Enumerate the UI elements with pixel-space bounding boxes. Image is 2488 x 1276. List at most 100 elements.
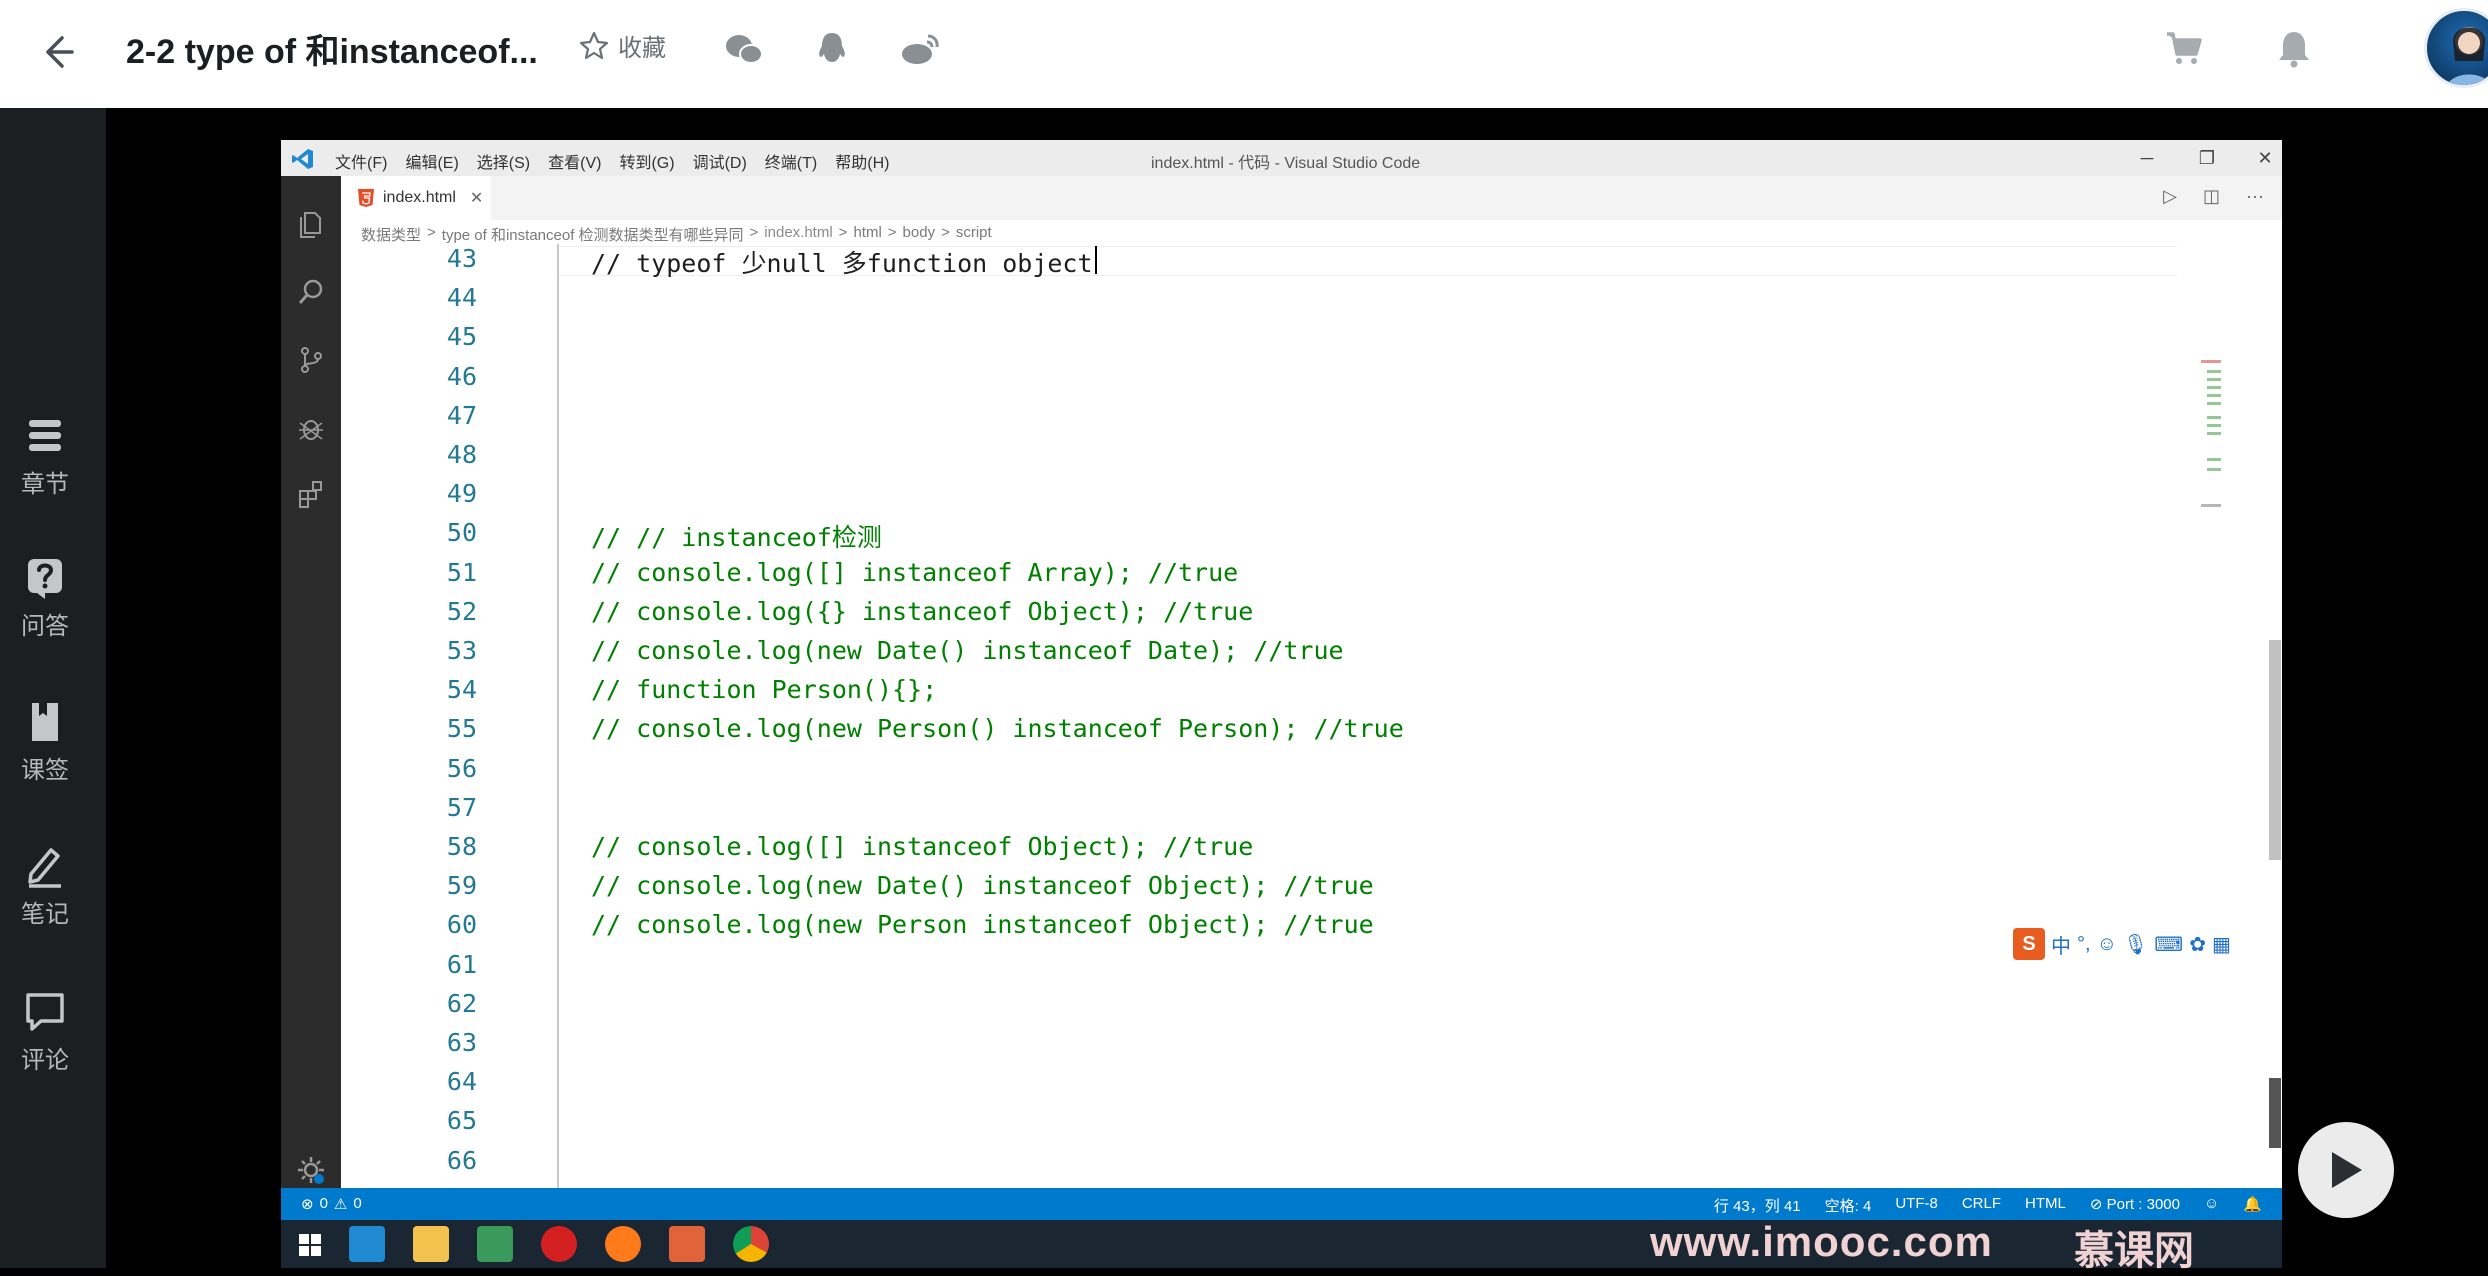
- close-button[interactable]: ✕: [2251, 144, 2279, 172]
- code-line[interactable]: 49: [341, 479, 2141, 518]
- keyboard-icon[interactable]: ⌨: [2154, 932, 2183, 957]
- settings-gear-icon[interactable]: [293, 1152, 329, 1188]
- code-line[interactable]: 64: [341, 1067, 2141, 1106]
- code-text[interactable]: // console.log([] instanceof Object); //…: [591, 832, 1253, 861]
- code-text[interactable]: // console.log(new Person() instanceof P…: [591, 714, 1404, 743]
- code-line[interactable]: 48: [341, 440, 2141, 479]
- menu-item-edit[interactable]: 编辑(E): [405, 149, 458, 173]
- sidebar-item-notes[interactable]: 笔记: [0, 844, 90, 929]
- code-line[interactable]: 66: [341, 1146, 2141, 1185]
- taskbar-excel-icon[interactable]: [477, 1226, 513, 1262]
- back-arrow-icon[interactable]: [30, 24, 86, 80]
- taskbar-firefox-icon[interactable]: [605, 1226, 641, 1262]
- search-icon[interactable]: [293, 274, 329, 310]
- code-line[interactable]: 45: [341, 322, 2141, 361]
- breadcrumb-item[interactable]: 数据类型: [361, 224, 421, 245]
- code-editor[interactable]: 43 // typeof 少null 多function object 44 45 46…: [341, 244, 2221, 1188]
- live-server-port[interactable]: ⊘ Port : 3000: [2090, 1195, 2180, 1216]
- code-text[interactable]: // // instanceof检测: [591, 518, 882, 554]
- menu-item-go[interactable]: 转到(G): [619, 149, 674, 173]
- skin-icon[interactable]: ✿: [2189, 932, 2206, 957]
- code-text[interactable]: // console.log({} instanceof Object); //…: [591, 597, 1253, 626]
- code-line[interactable]: 60 // console.log(new Person instanceof O…: [341, 910, 2141, 949]
- menu-item-file[interactable]: 文件(F): [335, 149, 387, 173]
- code-line[interactable]: 62: [341, 989, 2141, 1028]
- code-text[interactable]: // console.log(new Person instanceof Obj…: [591, 910, 1374, 939]
- breadcrumb-item[interactable]: index.html: [764, 224, 832, 245]
- code-line[interactable]: 51 // console.log([] instanceof Array); /…: [341, 558, 2141, 597]
- code-line[interactable]: 53 // console.log(new Date() instanceof D…: [341, 636, 2141, 675]
- code-line[interactable]: 59 // console.log(new Date() instanceof O…: [341, 871, 2141, 910]
- taskbar-explorer-icon[interactable]: [413, 1226, 449, 1262]
- favorite-button[interactable]: 收藏: [578, 28, 666, 63]
- punctuation-icon[interactable]: °,: [2077, 933, 2091, 956]
- code-text[interactable]: // console.log(new Date() instanceof Obj…: [591, 871, 1374, 900]
- explorer-icon[interactable]: [293, 206, 329, 242]
- weibo-icon[interactable]: [896, 26, 944, 74]
- menu-item-view[interactable]: 查看(V): [548, 149, 601, 173]
- code-text[interactable]: // function Person(){};: [591, 675, 937, 704]
- scrollbar-thumb[interactable]: [2269, 1078, 2281, 1148]
- play-button[interactable]: [2298, 1122, 2394, 1218]
- run-icon[interactable]: ▷: [2163, 186, 2177, 207]
- taskbar-chrome-icon[interactable]: [733, 1226, 769, 1262]
- code-line[interactable]: 43 // typeof 少null 多function object: [341, 244, 2141, 283]
- breadcrumb-item[interactable]: html: [853, 224, 881, 245]
- windows-start-icon[interactable]: [299, 1234, 321, 1256]
- language-mode[interactable]: HTML: [2025, 1195, 2066, 1216]
- vertical-scrollbar[interactable]: [2269, 640, 2281, 860]
- taskbar-vscode-icon[interactable]: [349, 1226, 385, 1262]
- sidebar-item-comments[interactable]: 评论: [0, 990, 90, 1075]
- cursor-position[interactable]: 行 43，列 41: [1714, 1195, 1801, 1216]
- restore-button[interactable]: ❐: [2193, 144, 2221, 172]
- breadcrumb-item[interactable]: body: [903, 224, 936, 245]
- code-line[interactable]: 57: [341, 793, 2141, 832]
- minimap[interactable]: [2201, 360, 2221, 540]
- warning-icon[interactable]: ⚠: [334, 1195, 347, 1213]
- code-line[interactable]: 61: [341, 950, 2141, 989]
- microphone-icon[interactable]: 🎙: [2123, 932, 2148, 957]
- code-line[interactable]: 44: [341, 283, 2141, 322]
- sidebar-item-chapters[interactable]: 章节: [0, 414, 90, 499]
- extensions-icon[interactable]: [293, 476, 329, 512]
- error-icon[interactable]: ⊗: [301, 1195, 314, 1213]
- warning-count[interactable]: 0: [353, 1195, 361, 1213]
- code-line[interactable]: 46: [341, 362, 2141, 401]
- sidebar-item-qa[interactable]: 问答: [0, 556, 90, 641]
- more-actions-icon[interactable]: ···: [2246, 186, 2264, 207]
- breadcrumb-item[interactable]: script: [956, 224, 992, 245]
- indentation[interactable]: 空格: 4: [1825, 1195, 1872, 1216]
- menu-item-help[interactable]: 帮助(H): [835, 149, 889, 173]
- tab-close-icon[interactable]: ✕: [470, 188, 483, 208]
- code-line[interactable]: 52 // console.log({} instanceof Object); …: [341, 597, 2141, 636]
- sidebar-item-bookmarks[interactable]: 课签: [0, 700, 90, 785]
- tab-index-html[interactable]: index.html ✕: [341, 176, 491, 220]
- ime-toolbar[interactable]: S 中 °, ☺ 🎙 ⌨ ✿ ▦: [2013, 926, 2275, 962]
- error-count[interactable]: 0: [320, 1195, 328, 1213]
- qq-icon[interactable]: [808, 26, 856, 74]
- notification-bell-icon[interactable]: [2268, 22, 2320, 74]
- cart-icon[interactable]: [2158, 22, 2210, 74]
- encoding[interactable]: UTF-8: [1895, 1195, 1938, 1216]
- taskbar-app-icon[interactable]: [669, 1226, 705, 1262]
- emoji-icon[interactable]: ☺: [2097, 933, 2117, 956]
- wechat-icon[interactable]: [720, 26, 768, 74]
- code-line[interactable]: 63: [341, 1028, 2141, 1067]
- breadcrumb-item[interactable]: type of 和instanceof 检测数据类型有哪些异同: [442, 224, 744, 245]
- minimize-button[interactable]: ─: [2133, 144, 2161, 172]
- code-line[interactable]: 58 // console.log([] instanceof Object); …: [341, 832, 2141, 871]
- code-text[interactable]: // console.log([] instanceof Array); //t…: [591, 558, 1238, 587]
- debug-icon[interactable]: [293, 410, 329, 446]
- code-line[interactable]: 47: [341, 401, 2141, 440]
- source-control-icon[interactable]: [293, 342, 329, 378]
- code-text[interactable]: // console.log(new Date() instanceof Dat…: [591, 636, 1344, 665]
- taskbar-recorder-icon[interactable]: [541, 1226, 577, 1262]
- code-line[interactable]: 55 // console.log(new Person() instanceof…: [341, 714, 2141, 753]
- code-line[interactable]: 50 // // instanceof检测: [341, 518, 2141, 557]
- code-line[interactable]: 65: [341, 1106, 2141, 1145]
- code-text[interactable]: // typeof 少null 多function object: [591, 244, 1093, 280]
- ime-mode[interactable]: 中: [2051, 930, 2071, 959]
- feedback-smiley-icon[interactable]: ☺: [2204, 1195, 2219, 1216]
- code-line[interactable]: 56: [341, 754, 2141, 793]
- split-editor-icon[interactable]: ◫: [2203, 186, 2220, 207]
